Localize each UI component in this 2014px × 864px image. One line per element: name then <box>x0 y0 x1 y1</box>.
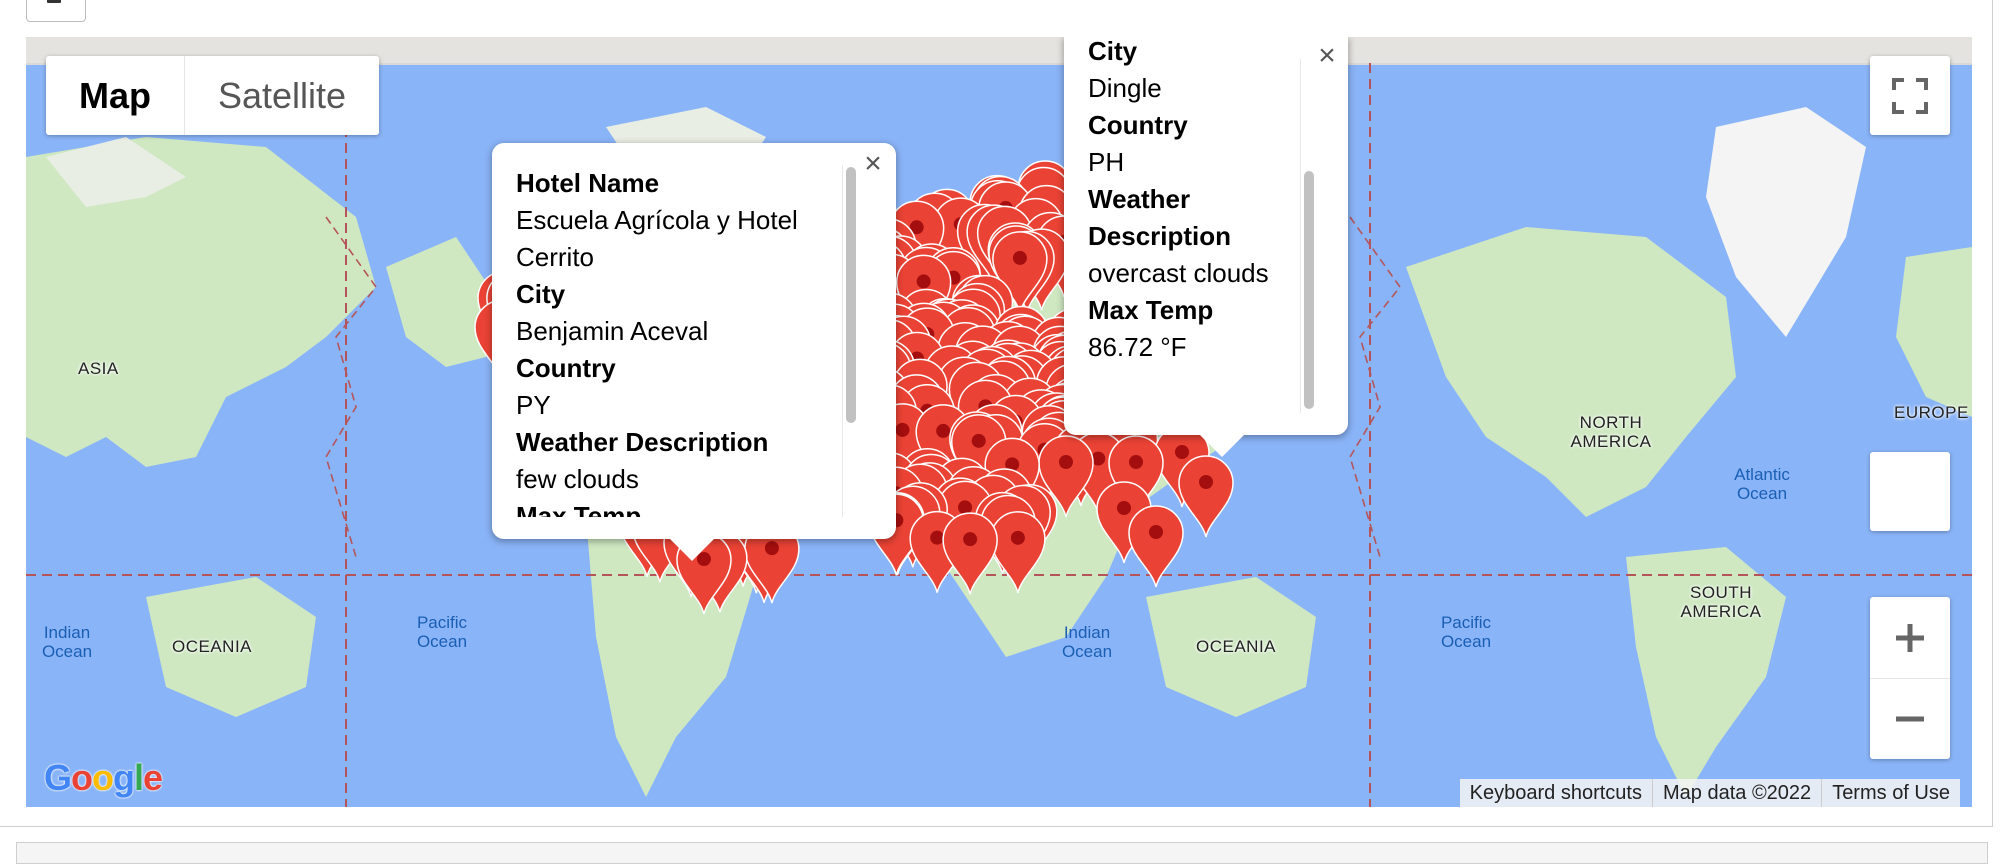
zoom-control <box>1870 597 1950 759</box>
field-label: Hotel Name <box>516 168 660 198</box>
field-label: Weather Description <box>516 427 769 457</box>
fullscreen-icon <box>1892 77 1928 114</box>
info-window-scrollbar[interactable] <box>1300 59 1317 413</box>
info-window-hotel-py[interactable]: Hotel Name Escuela Agrícola y Hotel Cerr… <box>492 143 896 561</box>
ocean-label: Indian Ocean <box>41 623 93 661</box>
zoom-out-button[interactable] <box>1870 679 1950 759</box>
info-window-hotel-ph[interactable]: City Dingle Country PH Weather Descripti… <box>1064 37 1348 457</box>
keyboard-shortcuts-link[interactable]: Keyboard shortcuts <box>1460 779 1652 807</box>
ocean-label: Atlantic Ocean <box>1734 465 1790 503</box>
scrollbar-thumb[interactable] <box>1304 171 1314 409</box>
ocean-label: Pacific Ocean <box>416 613 468 651</box>
info-window-content: Hotel Name Escuela Agrícola y Hotel Cerr… <box>516 165 848 517</box>
info-window-content: City Dingle Country PH Weather Descripti… <box>1088 37 1300 413</box>
google-map[interactable]: ASIA OCEANIA NORTH AMERICA SOUTH AMERICA… <box>26 37 1972 807</box>
map-type-satellite-button[interactable]: Satellite <box>185 56 379 135</box>
region-label: NORTH AMERICA <box>1570 413 1652 451</box>
region-label: OCEANIA <box>1196 637 1277 656</box>
info-window-tail <box>1200 435 1244 457</box>
map-type-map-button[interactable]: Map <box>46 56 185 135</box>
field-label: Country <box>1088 110 1188 140</box>
ocean-label: Pacific Ocean <box>1440 613 1492 651</box>
zoom-in-button[interactable] <box>1870 598 1950 679</box>
next-notebook-cell[interactable] <box>16 842 1988 864</box>
field-label: Country <box>516 353 616 383</box>
map-type-control: Map Satellite <box>46 56 380 135</box>
zoom-in-icon <box>1896 623 1924 652</box>
google-logo[interactable]: Google <box>44 757 163 799</box>
region-label: OCEANIA <box>172 637 253 656</box>
field-label: Max Temp <box>516 501 642 517</box>
terms-of-use-link[interactable]: Terms of Use <box>1821 779 1960 807</box>
field-value: PH <box>1088 147 1125 177</box>
region-label: EUROPE <box>1894 403 1969 422</box>
fullscreen-button[interactable] <box>1870 56 1950 135</box>
info-window-scrollbar[interactable] <box>842 165 859 517</box>
field-label: Weather Description <box>1088 184 1232 251</box>
field-value: overcast clouds <box>1088 258 1269 288</box>
scrollbar-thumb[interactable] <box>846 167 856 423</box>
pegman-button[interactable] <box>1870 452 1950 531</box>
field-label: City <box>1088 37 1138 66</box>
field-label: Max Temp <box>1088 295 1214 325</box>
region-label: ASIA <box>78 359 119 378</box>
field-value: Escuela Agrícola y Hotel Cerrito <box>516 205 798 272</box>
map-data-attribution: Map data ©2022 <box>1652 779 1821 807</box>
ocean-label: Indian Ocean <box>1061 623 1113 661</box>
info-window-tail <box>670 539 714 561</box>
field-value: Benjamin Aceval <box>516 316 709 346</box>
field-value: 86.72 °F <box>1088 332 1187 362</box>
map-footer: Keyboard shortcuts Map data ©2022 Terms … <box>1459 779 1960 807</box>
field-value: Dingle <box>1088 73 1162 103</box>
close-icon[interactable]: × <box>858 149 888 179</box>
field-label: City <box>516 279 566 309</box>
field-value: PY <box>516 390 551 420</box>
map-canvas[interactable] <box>26 37 1972 807</box>
field-value: few clouds <box>516 464 639 494</box>
close-icon[interactable]: × <box>1312 41 1342 71</box>
zoom-out-icon <box>1896 716 1924 721</box>
region-label: SOUTH AMERICA <box>1680 583 1762 621</box>
